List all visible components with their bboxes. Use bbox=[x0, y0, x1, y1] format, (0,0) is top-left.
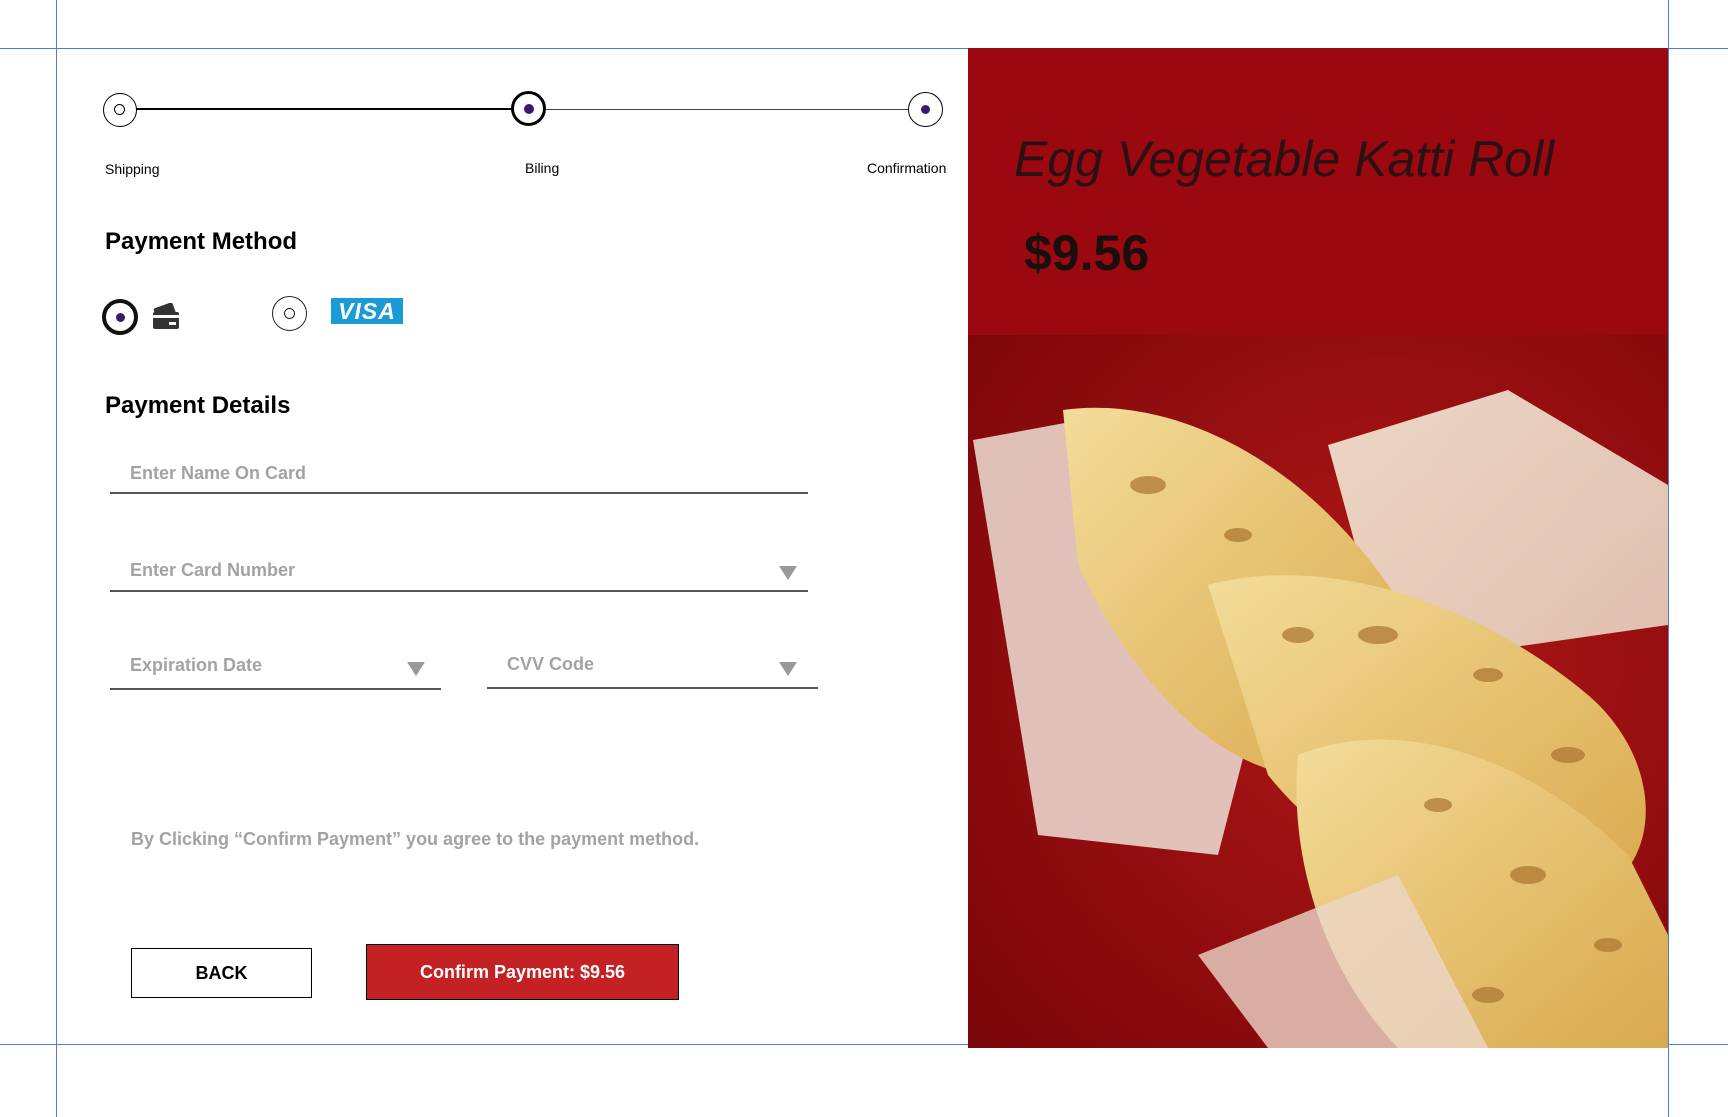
cvv-dropdown-arrow-icon[interactable] bbox=[779, 662, 797, 676]
product-price: $9.56 bbox=[1024, 225, 1150, 281]
step-confirmation-circle[interactable] bbox=[908, 92, 943, 127]
guide-line-right bbox=[1668, 0, 1669, 1117]
confirm-payment-button[interactable]: Confirm Payment: $9.56 bbox=[366, 944, 679, 1000]
cvv-code-input[interactable] bbox=[487, 650, 818, 689]
guide-line-left bbox=[56, 0, 57, 1117]
step-billing-circle[interactable] bbox=[511, 91, 546, 126]
stepper-line-completed bbox=[120, 108, 528, 110]
card-number-input[interactable] bbox=[110, 558, 808, 592]
back-button[interactable]: BACK bbox=[131, 948, 312, 998]
credit-card-icon bbox=[152, 302, 182, 336]
radio-selected-dot-icon bbox=[116, 313, 125, 322]
visa-logo-icon: VISA bbox=[331, 298, 403, 324]
payment-agreement-text: By Clicking “Confirm Payment” you agree … bbox=[131, 829, 700, 849]
payment-option-card-radio[interactable] bbox=[102, 299, 138, 335]
radio-unselected-ring-icon bbox=[284, 308, 295, 319]
step-shipping-circle[interactable] bbox=[103, 93, 137, 127]
stepper-line-upcoming bbox=[528, 109, 926, 110]
payment-method-title: Payment Method bbox=[105, 228, 298, 255]
product-summary-panel: Egg Vegetable Katti Roll $9.56 bbox=[968, 48, 1668, 1048]
card-number-dropdown-arrow-icon[interactable] bbox=[779, 566, 797, 580]
product-name: Egg Vegetable Katti Roll bbox=[1014, 131, 1555, 187]
expiration-dropdown-arrow-icon[interactable] bbox=[407, 662, 425, 676]
step-shipping-ring-icon bbox=[114, 104, 125, 115]
step-billing-dot-icon bbox=[524, 104, 534, 114]
name-on-card-input[interactable] bbox=[110, 462, 808, 494]
step-label-confirmation: Confirmation bbox=[867, 160, 947, 176]
katti-roll-photo bbox=[968, 335, 1668, 1048]
step-label-shipping: Shipping bbox=[105, 161, 160, 177]
payment-option-visa-radio[interactable] bbox=[272, 296, 307, 331]
step-confirmation-dot-icon bbox=[921, 105, 930, 114]
payment-details-title: Payment Details bbox=[105, 392, 291, 419]
expiration-date-input[interactable] bbox=[110, 650, 441, 690]
step-label-billing: Biling bbox=[525, 160, 560, 176]
